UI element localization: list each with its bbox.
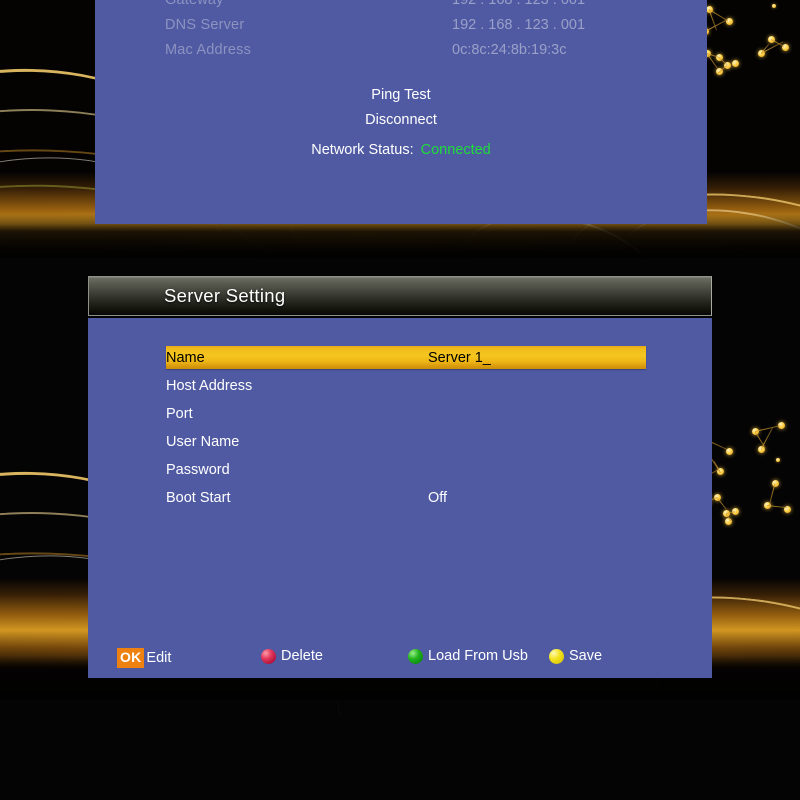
load-from-usb-action[interactable]: Load From Usb — [408, 648, 528, 664]
field-row-boot-start[interactable]: Boot Start Off — [166, 486, 646, 509]
edit-action[interactable]: OK Edit — [117, 648, 171, 668]
save-action-label: Save — [569, 648, 603, 664]
field-label: User Name — [166, 433, 240, 450]
network-row[interactable]: DNS Server 192 . 168 . 123 . 001 — [95, 17, 707, 42]
network-row[interactable]: Gateway 192 . 168 . 123 . 001 — [95, 0, 707, 17]
yellow-dot-icon — [549, 648, 564, 664]
network-status: Network Status: Connected — [95, 142, 707, 158]
delete-action[interactable]: Delete — [261, 648, 323, 664]
field-label: Host Address — [166, 377, 253, 394]
dns-server-value: 192 . 168 . 123 . 001 — [452, 17, 586, 33]
network-info-panel: Gateway 192 . 168 . 123 . 001 DNS Server… — [95, 0, 707, 224]
server-setting-titlebar: Server Setting — [88, 276, 712, 316]
field-row-user-name[interactable]: User Name — [166, 430, 646, 453]
field-row-password[interactable]: Password — [166, 458, 646, 481]
field-label: Name — [166, 349, 205, 366]
dns-server-label: DNS Server — [165, 17, 245, 33]
network-status-label: Network Status: — [311, 142, 414, 158]
field-row-name[interactable]: Name Server 1_ — [166, 346, 646, 369]
field-row-host-address[interactable]: Host Address — [166, 374, 646, 397]
field-row-port[interactable]: Port — [166, 402, 646, 425]
disconnect-button[interactable]: Disconnect — [95, 112, 707, 128]
green-dot-icon — [408, 648, 423, 664]
field-label: Password — [166, 461, 230, 478]
red-dot-icon — [261, 648, 276, 664]
save-action[interactable]: Save — [549, 648, 602, 664]
action-bar: OK Edit Delete Load From Usb Save — [88, 648, 712, 674]
page-title: Server Setting — [164, 285, 286, 306]
screenshot-stage: Gateway 192 . 168 . 123 . 001 DNS Server… — [0, 0, 800, 800]
mac-address-label: Mac Address — [165, 42, 252, 58]
field-value: Server 1_ — [428, 349, 491, 366]
edit-action-label: Edit — [146, 650, 172, 666]
ok-key-icon: OK — [117, 648, 145, 668]
field-label: Port — [166, 405, 193, 422]
mac-address-value: 0c:8c:24:8b:19:3c — [452, 42, 567, 58]
network-status-value: Connected — [420, 142, 491, 158]
gateway-value: 192 . 168 . 123 . 001 — [452, 0, 586, 8]
gateway-label: Gateway — [165, 0, 224, 8]
field-value: Off — [428, 489, 448, 506]
network-row[interactable]: Mac Address 0c:8c:24:8b:19:3c — [95, 42, 707, 67]
delete-action-label: Delete — [281, 648, 323, 664]
ping-test-button[interactable]: Ping Test — [95, 87, 707, 103]
server-setting-panel: Name Server 1_ Host Address Port User Na… — [88, 318, 712, 678]
field-label: Boot Start — [166, 489, 231, 506]
load-from-usb-action-label: Load From Usb — [428, 648, 528, 664]
